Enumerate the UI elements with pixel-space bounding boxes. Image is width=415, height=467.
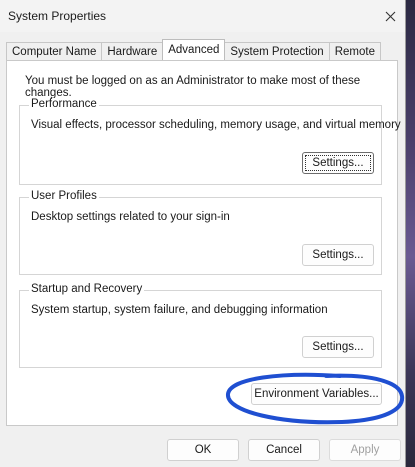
tab-remote[interactable]: Remote	[328, 42, 381, 60]
performance-settings-button[interactable]: Settings...	[302, 152, 374, 174]
tab-system-protection[interactable]: System Protection	[224, 42, 330, 60]
environment-variables-button[interactable]: Environment Variables...	[251, 383, 382, 405]
user-profiles-group: User Profiles Desktop settings related t…	[19, 190, 382, 275]
user-profiles-settings-button[interactable]: Settings...	[302, 244, 374, 266]
close-button[interactable]	[375, 0, 405, 32]
tab-hardware[interactable]: Hardware	[101, 42, 164, 60]
apply-button[interactable]: Apply	[329, 439, 401, 461]
startup-recovery-title: Startup and Recovery	[29, 283, 145, 295]
close-icon	[385, 11, 395, 21]
tab-strip: Computer Name Hardware Advanced System P…	[6, 39, 381, 60]
system-properties-window: System Properties Computer Name Hardware…	[0, 0, 406, 467]
title-bar: System Properties	[0, 0, 405, 32]
cancel-button[interactable]: Cancel	[248, 439, 320, 461]
performance-title: Performance	[29, 98, 99, 110]
performance-description: Visual effects, processor scheduling, me…	[31, 119, 401, 131]
startup-recovery-settings-button[interactable]: Settings...	[302, 336, 374, 358]
tab-computer-name[interactable]: Computer Name	[6, 42, 103, 60]
tab-advanced[interactable]: Advanced	[162, 39, 226, 60]
user-profiles-description: Desktop settings related to your sign-in	[31, 211, 230, 223]
startup-recovery-group: Startup and Recovery System startup, sys…	[19, 283, 382, 368]
admin-note: You must be logged on as an Administrato…	[25, 75, 361, 99]
advanced-tab-panel: You must be logged on as an Administrato…	[6, 60, 401, 426]
ok-button[interactable]: OK	[167, 439, 239, 461]
performance-group: Performance Visual effects, processor sc…	[19, 98, 401, 185]
window-title: System Properties	[8, 9, 107, 23]
user-profiles-title: User Profiles	[29, 190, 99, 202]
startup-recovery-description: System startup, system failure, and debu…	[31, 304, 328, 316]
